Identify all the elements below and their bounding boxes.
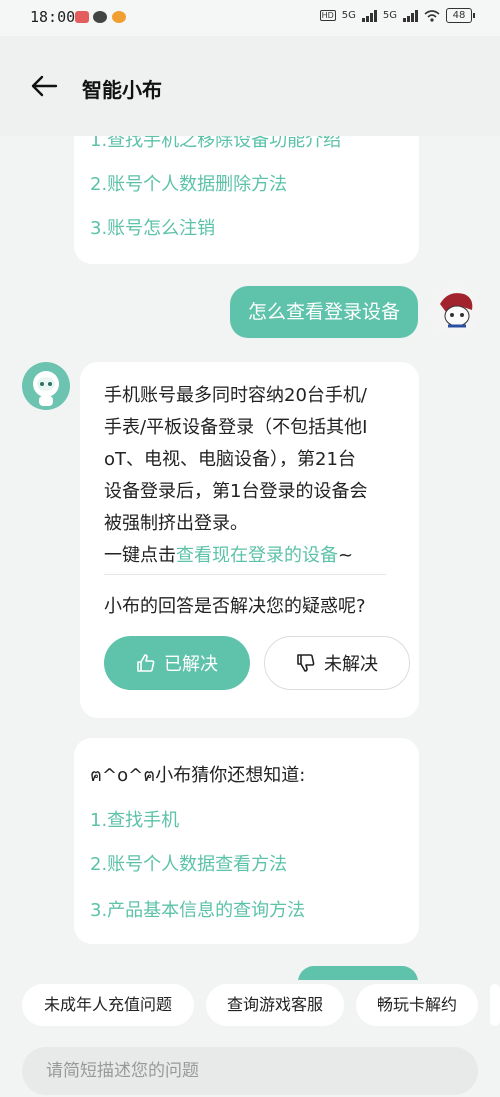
app-header: 智能小布 <box>0 36 500 136</box>
divider <box>104 574 386 575</box>
answer-card: 手机账号最多同时容纳20台手机/ 手表/平板设备登录（不包括其他I oT、电视、… <box>80 362 419 718</box>
view-devices-link[interactable]: 查看现在登录的设备 <box>176 545 338 566</box>
quick-reply-bar: 未成年人充值问题 查询游戏客服 畅玩卡解约 <box>0 980 500 1030</box>
answer-text: 手机账号最多同时容纳20台手机/ 手表/平板设备登录（不包括其他I oT、电视、… <box>104 380 404 572</box>
quick-chip[interactable]: 畅玩卡解约 <box>356 984 478 1026</box>
guess-card: ฅ^o^ฅ小布猜你还想知道: 1.查找手机 2.账号个人数据查看方法 3.产品基… <box>74 738 419 944</box>
answer-line: 手表/平板设备登录（不包括其他I <box>104 417 368 438</box>
message-input[interactable] <box>22 1047 478 1095</box>
answer-line: oT、电视、电脑设备），第21台 <box>104 449 356 470</box>
signal-icon-2 <box>403 9 418 22</box>
user-avatar-image <box>440 293 473 328</box>
guess-link[interactable]: 1.查找手机 <box>90 806 179 832</box>
solved-button[interactable]: 已解决 <box>104 636 250 690</box>
status-bar: 18:00 HD 5G 5G 48 <box>0 0 500 36</box>
message-input-box[interactable] <box>22 1047 478 1095</box>
answer-line: 被强制挤出登录。 <box>104 513 248 534</box>
suggestion-link[interactable]: 1.查找手机之移除设备功能介绍 <box>90 136 341 152</box>
quick-chip-more[interactable] <box>490 984 500 1026</box>
answer-line: 设备登录后，第1台登录的设备会 <box>104 481 368 502</box>
weibo-app-icon <box>112 11 126 23</box>
network-type-2: 5G <box>382 10 397 21</box>
robot-icon <box>33 371 59 406</box>
next-user-bubble <box>298 966 418 980</box>
guess-title: ฅ^o^ฅ小布猜你还想知道: <box>90 765 306 786</box>
chat-app-icon <box>93 11 107 23</box>
page-title: 智能小布 <box>82 78 162 102</box>
answer-action-line: 一键点击查看现在登录的设备~ <box>104 540 404 572</box>
chat-area[interactable]: 1.查找手机之移除设备功能介绍 2.账号个人数据删除方法 3.账号怎么注销 怎么… <box>0 136 500 980</box>
action-prefix: 一键点击 <box>104 545 176 566</box>
game-app-icon <box>75 11 89 23</box>
user-message-bubble: 怎么查看登录设备 <box>230 286 418 338</box>
feedback-question: 小布的回答是否解决您的疑惑呢? <box>104 596 366 617</box>
assistant-avatar <box>22 362 70 410</box>
network-type-1: 5G <box>341 10 356 21</box>
thumbs-down-icon <box>297 654 315 672</box>
back-arrow-icon[interactable] <box>30 74 58 98</box>
action-suffix: ~ <box>338 545 354 566</box>
suggestion-link[interactable]: 3.账号怎么注销 <box>90 214 215 240</box>
signal-icon <box>361 9 377 22</box>
quick-chip[interactable]: 查询游戏客服 <box>206 984 344 1026</box>
guess-link[interactable]: 3.产品基本信息的查询方法 <box>90 896 305 922</box>
solved-label: 已解决 <box>164 654 218 675</box>
quick-chip[interactable]: 未成年人充值问题 <box>22 984 194 1026</box>
unsolved-label: 未解决 <box>324 654 378 675</box>
guess-link[interactable]: 2.账号个人数据查看方法 <box>90 850 287 876</box>
suggestion-card-top: 1.查找手机之移除设备功能介绍 2.账号个人数据删除方法 3.账号怎么注销 <box>74 136 419 264</box>
suggestion-link[interactable]: 2.账号个人数据删除方法 <box>90 170 287 196</box>
unsolved-button[interactable]: 未解决 <box>264 636 410 690</box>
answer-line: 手机账号最多同时容纳20台手机/ <box>104 385 367 406</box>
user-avatar <box>430 286 480 336</box>
thumbs-up-icon <box>137 654 155 672</box>
clock: 18:00 <box>30 8 76 26</box>
hd-icon: HD <box>319 10 336 21</box>
battery-icon: 48 <box>446 8 475 23</box>
wifi-icon <box>424 9 440 22</box>
